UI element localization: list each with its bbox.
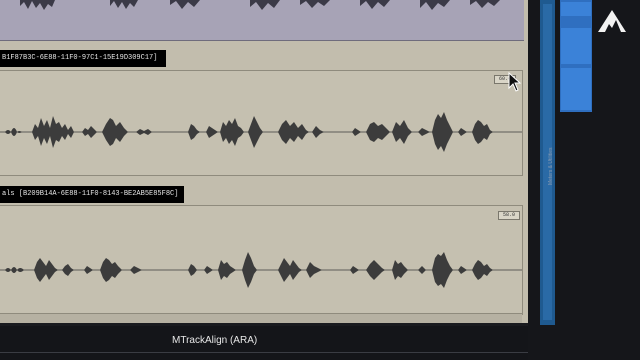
audio-waveform [0, 252, 522, 288]
track-name-label[interactable]: B1F87B3C-6E88-11F0-97C1-15E19D309C17] [0, 50, 166, 67]
scroller-segment[interactable] [561, 2, 591, 16]
clip-gain-box[interactable]: 58.0 [498, 211, 520, 220]
mountain-logo-icon [598, 10, 626, 32]
scroller-segment[interactable] [561, 28, 591, 64]
audio-waveform [0, 112, 522, 152]
divider [0, 352, 528, 353]
window-title: MTrackAlign (ARA) [172, 335, 258, 346]
horizontal-scrollbar[interactable] [0, 313, 522, 323]
top-track-lane[interactable] [0, 0, 524, 41]
arrangement-editor: B1F87B3C-6E88-11F0-97C1-15E19D309C17] 60… [0, 0, 528, 323]
meters-utilities-label: Meters & Utilities [548, 147, 554, 185]
track-name-label[interactable]: als [B209B14A-6E88-11F0-8143-BE2AB5E85F8… [0, 186, 184, 203]
scroller-segment[interactable] [561, 68, 591, 110]
mouse-pointer-icon [508, 72, 522, 92]
top-waveform [20, 0, 500, 10]
plugin-title-bar [0, 326, 528, 360]
